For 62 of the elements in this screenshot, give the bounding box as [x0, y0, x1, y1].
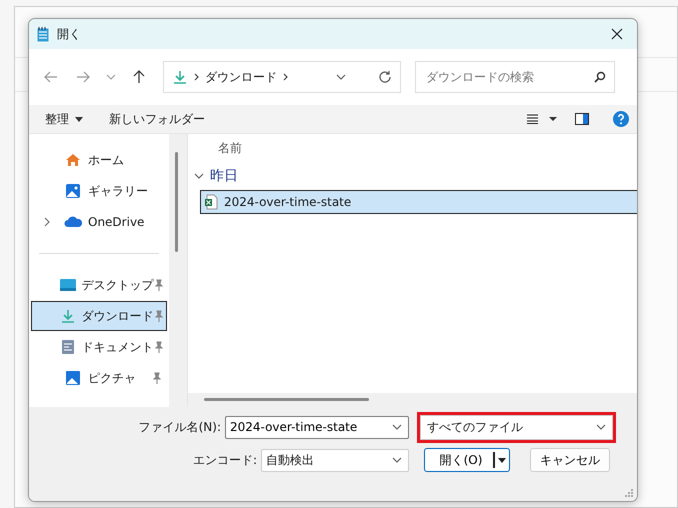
filename-field[interactable]: 2024-over-time-state [225, 416, 409, 438]
group-header[interactable]: 昨日 [188, 162, 637, 190]
download-icon [60, 308, 76, 324]
preview-pane-icon[interactable] [575, 113, 589, 125]
pin-icon[interactable] [152, 372, 162, 384]
chevron-right-icon[interactable] [44, 217, 50, 227]
chevron-down-icon [336, 74, 346, 80]
caret-icon [75, 116, 83, 122]
close-icon [611, 28, 623, 40]
sidebar-item[interactable]: デスクトップ [31, 270, 167, 300]
search-field[interactable]: ダウンロードの検索 [415, 61, 615, 93]
cloud-icon [64, 216, 82, 228]
sidebar-item[interactable]: ギャラリー [31, 176, 167, 206]
view-menu-icon[interactable] [527, 114, 557, 124]
pin-icon[interactable] [154, 279, 164, 291]
search-input[interactable]: ダウンロードの検索 [424, 69, 594, 85]
sidebar-item[interactable]: ダウンロード [31, 301, 167, 331]
refresh-icon[interactable] [378, 70, 392, 84]
picture-icon [65, 183, 81, 199]
arrow-right-icon [76, 71, 90, 83]
chevron-down-icon [596, 424, 606, 430]
encode-dropdown[interactable]: 自動検出 [261, 448, 409, 472]
picture-icon [65, 370, 81, 386]
sidebar-item[interactable]: ドキュメント [31, 332, 167, 362]
desktop-icon [59, 278, 78, 292]
encode-label: エンコード: [192, 452, 258, 468]
scrollbar[interactable] [169, 134, 187, 407]
scrollbar[interactable] [188, 393, 637, 407]
filetype-dropdown[interactable]: すべてのファイル [420, 414, 613, 440]
open-button[interactable]: 開く(O) [424, 448, 510, 472]
chevron-down-icon [194, 173, 204, 179]
cancel-button[interactable]: キャンセル [530, 448, 610, 472]
organize-button[interactable]: 整理 [39, 107, 89, 131]
chevron-down-icon [392, 424, 402, 430]
new-folder-button[interactable]: 新しいフォルダー [103, 107, 211, 131]
breadcrumb[interactable]: ダウンロード [205, 68, 277, 86]
document-icon [61, 339, 76, 355]
window-title: 開く [57, 26, 82, 42]
resize-grip-icon[interactable] [625, 489, 633, 497]
pin-icon[interactable] [154, 341, 164, 353]
notepad-icon [37, 26, 49, 42]
chevron-right-icon [283, 73, 288, 81]
file-row[interactable]: 2024-over-time-state [200, 190, 637, 214]
sidebar-item[interactable]: OneDrive [31, 207, 167, 237]
chevron-down-icon [106, 74, 116, 80]
sidebar-item[interactable]: ホーム [31, 145, 167, 175]
chevron-down-icon [392, 457, 402, 463]
filename-label: ファイル名(N): [138, 418, 222, 436]
column-header[interactable]: 名前 [188, 134, 637, 162]
chevron-right-icon [194, 73, 199, 81]
house-icon [65, 152, 81, 168]
caret-icon [498, 458, 506, 462]
address-bar[interactable]: ダウンロード [163, 61, 401, 93]
help-icon[interactable] [613, 111, 629, 127]
arrow-up-icon [133, 70, 145, 84]
filename-input[interactable]: 2024-over-time-state [230, 420, 392, 434]
spreadsheet-file-icon [204, 194, 218, 210]
arrow-left-icon [44, 71, 58, 83]
search-icon [594, 71, 606, 83]
download-icon [172, 69, 188, 85]
sidebar-item[interactable]: ピクチャ [31, 363, 167, 393]
pin-icon[interactable] [154, 310, 164, 322]
